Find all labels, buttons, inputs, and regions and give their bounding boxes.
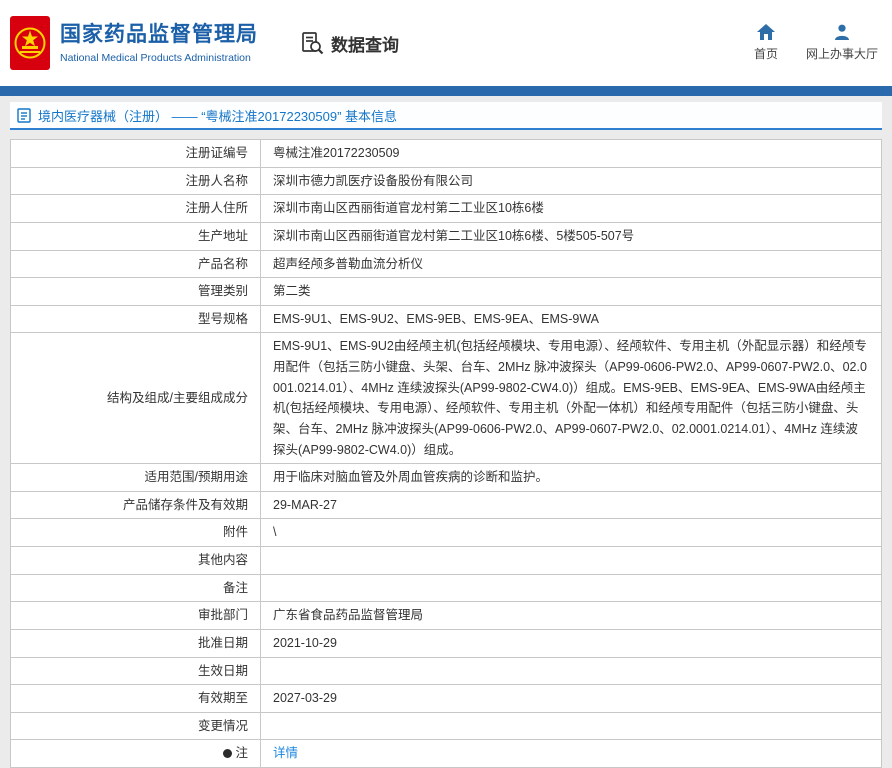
person-icon	[834, 24, 850, 40]
brand-text: 国家药品监督管理局 National Medical Products Admi…	[60, 22, 258, 63]
row-label: 生产地址	[10, 221, 261, 251]
row-label: 注册证编号	[10, 139, 261, 168]
row-label: 型号规格	[10, 304, 261, 334]
table-row: 审批部门 广东省食品药品监督管理局	[10, 601, 882, 630]
table-row: 备注	[10, 573, 882, 603]
org-name-en: National Medical Products Administration	[60, 51, 251, 64]
data-query-label: 数据查询	[331, 35, 399, 55]
home-label: 首页	[753, 47, 778, 61]
row-value: 第二类	[260, 277, 882, 306]
row-value: EMS-9U1、EMS-9U2、EMS-9EB、EMS-9EA、EMS-9WA	[260, 304, 882, 334]
home-icon	[756, 24, 775, 40]
nav-data-query[interactable]: 数据查询	[300, 31, 399, 56]
table-row: 注详情	[10, 739, 882, 768]
data-query-icon	[300, 31, 324, 55]
row-value: \	[260, 518, 882, 547]
table-row: 生产地址 深圳市南山区西丽街道官龙村第二工业区10栋6楼、5楼505-507号	[10, 221, 882, 251]
table-row: 产品储存条件及有效期 29-MAR-27	[10, 490, 882, 520]
row-label: 产品名称	[10, 249, 261, 279]
page-title: 境内医疗器械（注册） —— “粤械注准20172230509” 基本信息	[38, 108, 398, 124]
org-name-cn: 国家药品监督管理局	[60, 23, 258, 47]
row-label: 审批部门	[10, 601, 261, 630]
row-label: 适用范围/预期用途	[10, 463, 261, 492]
document-icon	[17, 107, 31, 123]
main-content: 境内医疗器械（注册） —— “粤械注准20172230509” 基本信息 注册证…	[10, 102, 882, 768]
row-value: 2027-03-29	[260, 684, 882, 713]
row-value	[260, 546, 882, 575]
row-label: 注	[10, 739, 261, 768]
row-label: 批准日期	[10, 628, 261, 658]
table-row: 注册人名称 深圳市德力凯医疗设备股份有限公司	[10, 166, 882, 196]
row-value: 超声经颅多普勒血流分析仪	[260, 249, 882, 279]
online-hall-label: 网上办事大厅	[805, 47, 878, 61]
table-row: 适用范围/预期用途 用于临床对脑血管及外周血管疾病的诊断和监护。	[10, 463, 882, 492]
table-row: 变更情况	[10, 711, 882, 741]
row-value	[260, 573, 882, 603]
row-value: 深圳市德力凯医疗设备股份有限公司	[260, 166, 882, 196]
page-title-bar: 境内医疗器械（注册） —— “粤械注准20172230509” 基本信息	[10, 102, 882, 130]
row-value: 深圳市南山区西丽街道官龙村第二工业区10栋6楼、5楼505-507号	[260, 221, 882, 251]
row-label: 生效日期	[10, 656, 261, 686]
row-value	[260, 656, 882, 686]
top-links: 首页 网上办事大厅	[754, 24, 878, 62]
row-label: 注册人住所	[10, 194, 261, 223]
info-table: 注册证编号 粤械注准20172230509 注册人名称 深圳市德力凯医疗设备股份有限公…	[10, 139, 882, 768]
table-row: 型号规格 EMS-9U1、EMS-9U2、EMS-9EB、EMS-9EA、EMS-…	[10, 304, 882, 334]
row-value: 29-MAR-27	[260, 490, 882, 520]
row-value: 2021-10-29	[260, 628, 882, 658]
row-label: 注册人名称	[10, 166, 261, 196]
table-row: 有效期至 2027-03-29	[10, 684, 882, 713]
row-value: 广东省食品药品监督管理局	[260, 601, 882, 630]
nav-home[interactable]: 首页	[754, 24, 778, 62]
row-label: 结构及组成/主要组成成分	[10, 332, 261, 465]
table-row: 批准日期 2021-10-29	[10, 628, 882, 658]
row-label: 产品储存条件及有效期	[10, 490, 261, 520]
row-value: 粤械注准20172230509	[260, 139, 882, 168]
table-row: 管理类别 第二类	[10, 277, 882, 306]
row-value	[260, 711, 882, 741]
row-value: 深圳市南山区西丽街道官龙村第二工业区10栋6楼	[260, 194, 882, 223]
note-icon	[223, 749, 233, 759]
header-divider-bar	[0, 86, 892, 96]
row-label: 其他内容	[10, 546, 261, 575]
row-value: EMS-9U1、EMS-9U2由经颅主机(包括经颅模块、专用电源）、经颅软件、专…	[260, 332, 882, 465]
row-value: 用于临床对脑血管及外周血管疾病的诊断和监护。	[260, 463, 882, 492]
brand: 国家药品监督管理局 National Medical Products Admi…	[10, 16, 278, 70]
row-label: 有效期至	[10, 684, 261, 713]
table-row: 注册人住所 深圳市南山区西丽街道官龙村第二工业区10栋6楼	[10, 194, 882, 223]
top-header: 国家药品监督管理局 National Medical Products Admi…	[0, 0, 892, 86]
row-value: 详情	[260, 739, 882, 768]
row-label: 管理类别	[10, 277, 261, 306]
table-row: 结构及组成/主要组成成分 EMS-9U1、EMS-9U2由经颅主机(包括经颅模块、…	[10, 332, 882, 465]
row-label: 备注	[10, 573, 261, 603]
detail-link[interactable]: 详情	[273, 746, 298, 760]
table-row: 生效日期	[10, 656, 882, 686]
row-label: 变更情况	[10, 711, 261, 741]
nmpa-emblem-logo	[10, 16, 50, 70]
table-row: 产品名称 超声经颅多普勒血流分析仪	[10, 249, 882, 279]
nav-online-hall[interactable]: 网上办事大厅	[806, 24, 878, 62]
table-row: 附件 \	[10, 518, 882, 547]
table-row: 其他内容	[10, 546, 882, 575]
table-row: 注册证编号 粤械注准20172230509	[10, 139, 882, 168]
row-label: 附件	[10, 518, 261, 547]
